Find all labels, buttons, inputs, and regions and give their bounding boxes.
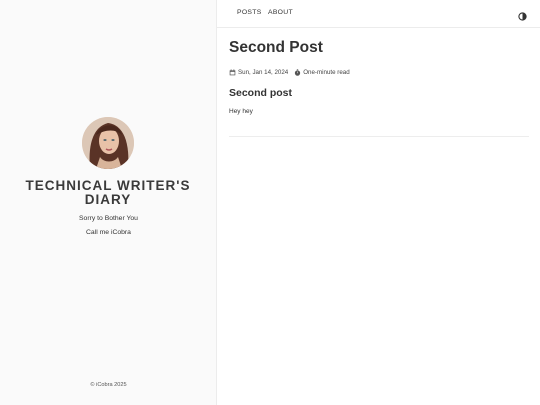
avatar-image [82,117,134,169]
theme-toggle-icon[interactable] [518,8,527,21]
post-body: Hey hey [229,108,253,115]
nav-link-about[interactable]: ABOUT [268,9,293,16]
nav-link-posts[interactable]: POSTS [237,9,262,16]
post-title: Second Post [229,39,323,56]
avatar[interactable] [82,117,134,169]
post-meta: Sun, Jan 14, 2024 One-minute read [229,68,350,77]
post-date: Sun, Jan 14, 2024 [238,69,289,76]
read-time: One-minute read [303,69,350,76]
content-divider [229,136,529,137]
footer-copyright: © iCobra 2025 [90,382,127,388]
tagline-secondary: Call me iCobra [86,229,131,236]
sidebar: TECHNICAL WRITER'S DIARY Sorry to Bother… [0,0,217,405]
calendar-icon [229,69,236,76]
stopwatch-icon [294,69,301,76]
site-title[interactable]: TECHNICAL WRITER'S DIARY [8,179,208,207]
tagline-primary: Sorry to Bother You [79,215,138,222]
post-heading: Second post [229,87,293,99]
top-navigation-bar: POSTS ABOUT [217,0,540,28]
